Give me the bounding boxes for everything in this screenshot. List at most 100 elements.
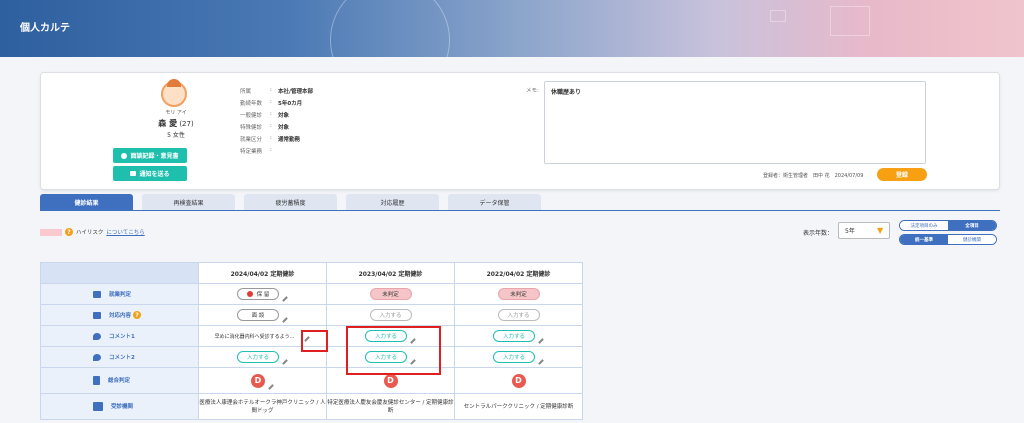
column-header: 2022/04/02 定期健診 [454, 262, 583, 284]
register-button[interactable]: 登録 [877, 168, 927, 181]
table-cell: 面 談 [198, 304, 327, 326]
plus-circle-icon [121, 152, 128, 159]
table-row: 総合判定 D D D [40, 367, 583, 394]
info-row-special-checkup: 特殊健診: 対象 [240, 123, 289, 131]
tab-reexam-results[interactable]: 再検査結果 [142, 194, 235, 210]
interview-record-button[interactable]: 面談記録・意見書 [113, 148, 187, 163]
person-name: 森 愛 (27) [151, 118, 201, 129]
table-cell: D [454, 367, 583, 394]
info-label: 所属 [240, 89, 252, 95]
tab-history[interactable]: 対応履歴 [346, 194, 439, 210]
building-icon [93, 402, 103, 411]
high-risk-text: ハイリスク [76, 230, 104, 236]
row-header-institution: 受診機関 [40, 393, 199, 420]
briefcase-icon [93, 291, 101, 298]
memo-label: メモ: [526, 88, 539, 94]
send-notification-button[interactable]: 通知を送る [113, 166, 187, 181]
info-sep: : [270, 135, 272, 141]
high-risk-link[interactable]: についてこちら [106, 228, 144, 236]
toggle-institution[interactable]: 健診機関 [948, 235, 996, 244]
toggle-unified-standard[interactable]: 統一基準 [900, 235, 948, 244]
profile-card: モリ アイ 森 愛 (27) 5 女性 面談記録・意見書 通知を送る 所属: 本社… [40, 72, 1000, 190]
column-header: 2024/04/02 定期健診 [198, 262, 327, 284]
input-button[interactable]: 入力する [493, 351, 535, 363]
tab-underline [40, 210, 1000, 211]
question-icon: ? [65, 228, 73, 236]
info-label: 勤続年数 [240, 101, 263, 107]
table-row: 対応内容 ? 面 談 入力する 入力する [40, 304, 583, 326]
interview-badge[interactable]: 面 談 [237, 309, 279, 321]
info-sep: : [270, 111, 272, 117]
info-value: 通常勤務 [278, 137, 301, 143]
table-cell: 入力する [326, 304, 455, 326]
mail-icon [130, 171, 137, 176]
institution-text: 医療法人康理会ホテルオークラ神戸クリニック / 人間ドッグ [199, 399, 326, 414]
grade-d-badge: D [511, 373, 526, 388]
pencil-icon[interactable] [538, 338, 544, 344]
comment-text: 早めに消化器内科へ受診するよう... [214, 333, 295, 340]
table-cell: 医療法人康理会ホテルオークラ神戸クリニック / 人間ドッグ [198, 393, 327, 420]
undetermined-badge[interactable]: 未判定 [497, 288, 540, 300]
question-icon[interactable]: ? [132, 311, 141, 320]
standard-toggle: 統一基準 健診機関 [899, 234, 997, 245]
row-header-comment1: コメント1 [40, 325, 199, 347]
info-row-general-checkup: 一般健診: 対象 [240, 111, 289, 119]
info-sep: : [270, 123, 272, 129]
row-label: 受診機関 [111, 404, 134, 410]
toggle-all-items[interactable]: 全項目 [948, 221, 996, 230]
tab-data-storage[interactable]: データ保管 [448, 194, 541, 210]
highlight-box [301, 330, 328, 352]
table-cell: 入力する [454, 325, 583, 347]
pencil-icon[interactable] [538, 359, 544, 365]
memo-textarea[interactable]: 休職歴あり [544, 81, 926, 164]
row-label: 総合判定 [108, 378, 131, 384]
table-cell: セントラルパーククリニック / 定期健康診断 [454, 393, 583, 420]
panel-decoration [830, 6, 870, 36]
table-row: 受診機関 医療法人康理会ホテルオークラ神戸クリニック / 人間ドッグ 特定医療法… [40, 393, 583, 420]
grade-d-badge: D [383, 373, 398, 388]
input-button[interactable]: 入力する [369, 309, 412, 321]
table-cell: 入力する [454, 304, 583, 326]
row-header-comment2: コメント2 [40, 346, 199, 368]
info-row-tenure: 勤続年数:5年0カ月 [240, 99, 302, 107]
table-cell: D [198, 367, 327, 394]
pencil-icon[interactable] [282, 359, 288, 365]
tab-checkup-results[interactable]: 健診結果 [40, 194, 133, 210]
table-cell: 未判定 [326, 283, 455, 305]
toggle-legal-only[interactable]: 法定項目のみ [900, 221, 948, 230]
info-sep: : [270, 87, 272, 93]
row-header-work-judgement: 就業判定 [40, 283, 199, 305]
info-sep: : [270, 99, 272, 105]
info-row-specific-work: 特定業務: [240, 147, 278, 155]
pencil-icon[interactable] [282, 296, 288, 302]
hold-badge[interactable]: 保 留 [237, 288, 279, 300]
undetermined-badge[interactable]: 未判定 [369, 288, 412, 300]
info-value: 対象 [278, 125, 290, 131]
interview-record-label: 面談記録・意見書 [130, 153, 179, 160]
pencil-icon[interactable] [268, 383, 274, 390]
document-icon [93, 376, 100, 385]
info-label: 特殊健診 [240, 125, 263, 131]
high-risk-legend: ? ハイリスク についてこちら [40, 228, 145, 236]
input-button[interactable]: 入力する [493, 330, 535, 342]
info-value: 本社/管理本部 [278, 89, 314, 95]
tab-fatigue[interactable]: 疲労蓄積度 [244, 194, 337, 210]
person-gender: 5 女性 [167, 132, 185, 139]
info-value: 対象 [278, 113, 290, 119]
row-label: コメント1 [109, 334, 135, 340]
table-cell: 特定医療法人慶友会慶友健診センター / 定期健康診断 [326, 393, 455, 420]
input-button[interactable]: 入力する [237, 351, 279, 363]
registrant-info: 登録者：衛生管理者 田中 花 2024/07/09 [763, 173, 864, 179]
hold-label: 保 留 [256, 292, 270, 298]
info-sep: : [270, 147, 272, 153]
input-button[interactable]: 入力する [497, 309, 540, 321]
info-row-work-category: 就業区分: 通常勤務 [240, 135, 300, 143]
years-select[interactable]: 5年 ▼ [838, 222, 890, 239]
row-label: 就業判定 [109, 292, 132, 298]
header-banner: 個人カルテ [0, 0, 1024, 57]
name-kana: モリ アイ [165, 110, 187, 116]
memo-text: 休職歴あり [551, 89, 582, 96]
info-value: 5年0カ月 [278, 101, 303, 107]
info-label: 就業区分 [240, 137, 263, 143]
pencil-icon[interactable] [282, 317, 288, 323]
